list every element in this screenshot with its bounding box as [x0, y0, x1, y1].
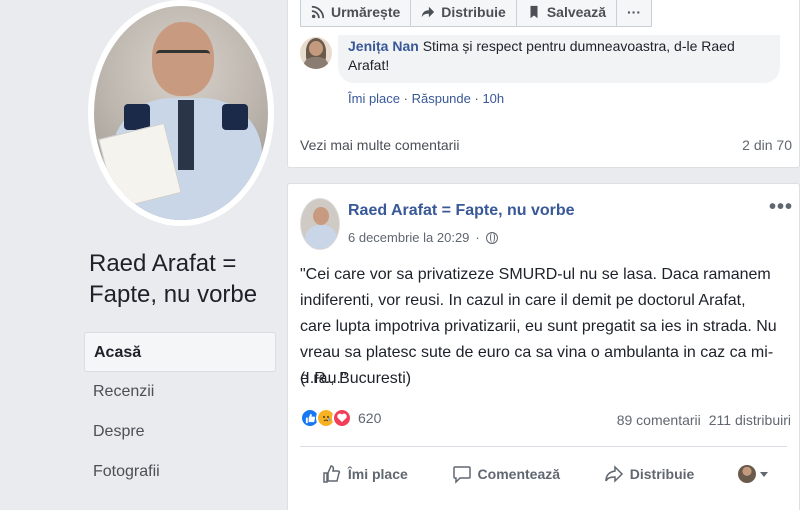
more-comments-row: Vezi mai multe comentarii 2 din 70: [300, 137, 792, 153]
post-stats: 89 comentarii 211 distribuiri: [617, 412, 791, 428]
save-label: Salvează: [546, 4, 607, 20]
share-arrow-icon: [422, 6, 435, 18]
profile-photo: [94, 6, 268, 220]
profile-picture[interactable]: [88, 0, 274, 226]
post-options-button[interactable]: •••: [769, 196, 793, 219]
page-nav: Acasă Recenzii Despre Fotografii: [84, 332, 276, 492]
chevron-down-icon: [760, 471, 769, 477]
more-dots-icon: ···: [627, 4, 642, 20]
share-page-button[interactable]: Distribuie: [411, 0, 517, 27]
nav-item-reviews[interactable]: Recenzii: [84, 372, 276, 412]
shares-count-link[interactable]: 211 distribuiri: [709, 412, 791, 428]
user-avatar: [738, 465, 757, 483]
comment-time[interactable]: 10h: [482, 91, 504, 106]
comments-count-link[interactable]: 89 comentarii: [617, 412, 701, 428]
share-label: Distribuie: [629, 466, 695, 482]
share-icon: [605, 465, 623, 483]
share-button[interactable]: Distribuie: [604, 464, 695, 484]
save-button[interactable]: Salvează: [516, 0, 618, 27]
comment-button[interactable]: Comentează: [452, 464, 560, 484]
previous-post-card: Urmărește Distribuie Salvează ··· Jenița…: [287, 0, 800, 168]
post-date-sep: ·: [475, 230, 480, 245]
comment-reply-link[interactable]: Răspunde: [412, 91, 471, 106]
comments-count: 2 din 70: [742, 137, 792, 153]
post-card: Raed Arafat = Fapte, nu vorbe 6 decembri…: [287, 183, 800, 510]
love-reaction-icon: [332, 408, 352, 428]
post-as-selector[interactable]: [738, 465, 769, 483]
post-actions-bar: Îmi place Comentează Distribuie: [300, 456, 790, 492]
rss-icon: [311, 5, 325, 19]
thumbs-up-icon: [323, 465, 341, 483]
nav-item-photos[interactable]: Fotografii: [84, 452, 276, 492]
nav-item-about[interactable]: Despre: [84, 412, 276, 452]
comment-bubble-icon: [452, 466, 471, 484]
comment-meta: Îmi place · Răspunde · 10h: [348, 91, 504, 106]
share-page-label: Distribuie: [441, 4, 506, 20]
commenter-name[interactable]: Jenița Nan: [348, 38, 419, 54]
nav-item-home[interactable]: Acasă: [84, 332, 276, 372]
comment-like-link[interactable]: Îmi place: [348, 91, 400, 106]
post-timestamp: 6 decembrie la 20:29 ·: [348, 230, 498, 245]
comment-bubble: Jenița Nan Stima și respect pentru dumne…: [338, 35, 780, 83]
comment-meta-sep: ·: [400, 91, 412, 106]
reaction-count: 620: [358, 410, 382, 426]
comment-meta-sep: ·: [470, 91, 483, 106]
actions-divider: [300, 446, 787, 447]
commenter-avatar[interactable]: [300, 37, 332, 69]
post-signature: (I.R., Bucuresti): [300, 370, 412, 387]
like-button[interactable]: Îmi place: [322, 464, 408, 484]
post-author-name[interactable]: Raed Arafat = Fapte, nu vorbe: [348, 202, 575, 220]
public-globe-icon: [485, 231, 498, 244]
comment-label: Comentează: [477, 466, 561, 482]
reactions-summary[interactable]: 620: [300, 408, 381, 428]
bookmark-icon: [530, 5, 538, 19]
follow-button[interactable]: Urmărește: [300, 0, 412, 27]
view-more-comments-link[interactable]: Vezi mai multe comentarii: [300, 137, 460, 153]
page-actions-bar: Urmărește Distribuie Salvează ···: [300, 0, 653, 29]
page-sidebar: Raed Arafat = Fapte, nu vorbe Acasă Rece…: [0, 0, 287, 510]
post-date[interactable]: 6 decembrie la 20:29: [348, 230, 469, 245]
page-title[interactable]: Raed Arafat = Fapte, nu vorbe: [89, 248, 279, 310]
more-options-button[interactable]: ···: [617, 0, 653, 27]
follow-label: Urmărește: [331, 4, 401, 20]
like-label: Îmi place: [347, 466, 408, 482]
post-author-avatar[interactable]: [300, 198, 340, 250]
